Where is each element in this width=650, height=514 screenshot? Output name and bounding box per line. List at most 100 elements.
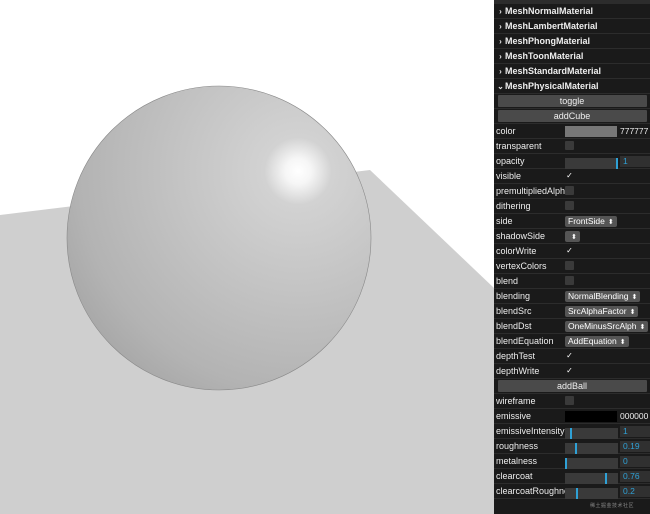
folder-label: MeshLambertMaterial <box>505 21 598 31</box>
depthwrite-row: depthWrite ✓ <box>494 364 650 379</box>
clearcoatroughness-row: clearcoatRoughness 0.2 <box>494 484 650 499</box>
opacity-row: opacity 1 <box>494 154 650 169</box>
emissiveintensity-input[interactable]: 1 <box>620 426 650 437</box>
wireframe-label: wireframe <box>496 396 536 406</box>
vertexcolors-checkbox[interactable] <box>565 261 574 270</box>
visible-checkbox[interactable]: ✓ <box>565 171 574 180</box>
color-hex-input[interactable]: 777777 <box>620 126 650 137</box>
metalness-input[interactable]: 0 <box>620 456 650 467</box>
transparent-checkbox[interactable] <box>565 141 574 150</box>
folder-label: MeshStandardMaterial <box>505 66 602 76</box>
metalness-slider[interactable] <box>565 457 618 469</box>
blendsrc-label: blendSrc <box>496 306 532 316</box>
wireframe-checkbox[interactable] <box>565 396 574 405</box>
colorwrite-row: colorWrite ✓ <box>494 244 650 259</box>
color-swatch[interactable] <box>565 126 617 137</box>
colorwrite-label: colorWrite <box>496 246 537 256</box>
emissiveintensity-slider[interactable] <box>565 427 618 439</box>
chevron-right-icon: › <box>499 36 502 46</box>
colorwrite-checkbox[interactable]: ✓ <box>565 246 574 255</box>
blendequation-select[interactable]: AddEquation ⬍ <box>565 336 629 347</box>
visible-label: visible <box>496 171 522 181</box>
transparent-row: transparent <box>494 139 650 154</box>
opacity-slider[interactable] <box>565 157 618 169</box>
premultipliedalpha-checkbox[interactable] <box>565 186 574 195</box>
metalness-label: metalness <box>496 456 538 466</box>
chevron-right-icon: › <box>499 66 502 76</box>
blending-row: blending NormalBlending ⬍ <box>494 289 650 304</box>
add-cube-button[interactable]: addCube <box>497 110 647 122</box>
opacity-label: opacity <box>496 156 525 166</box>
clearcoat-slider[interactable] <box>565 472 618 484</box>
add-ball-button[interactable]: addBall <box>497 380 647 392</box>
color-row: color 777777 <box>494 124 650 139</box>
blendsrc-select[interactable]: SrcAlphaFactor ⬍ <box>565 306 639 317</box>
folder-meshphysicalmaterial[interactable]: ⌄ MeshPhysicalMaterial <box>494 79 650 94</box>
roughness-row: roughness 0.19 <box>494 439 650 454</box>
slider-knob[interactable] <box>576 487 578 499</box>
emissive-row: emissive 000000 <box>494 409 650 424</box>
toggle-button[interactable]: toggle <box>497 95 647 107</box>
emissive-swatch[interactable] <box>565 411 617 422</box>
side-row: side FrontSide ⬍ <box>494 214 650 229</box>
folder-meshphongmaterial[interactable]: › MeshPhongMaterial <box>494 34 650 49</box>
metalness-row: metalness 0 <box>494 454 650 469</box>
updown-icon: ⬍ <box>607 219 614 226</box>
folder-meshnormalmaterial[interactable]: › MeshNormalMaterial <box>494 4 650 19</box>
opacity-input[interactable]: 1 <box>620 156 650 167</box>
shadowside-select[interactable]: ⬍ <box>565 231 580 242</box>
blend-checkbox[interactable] <box>565 276 574 285</box>
slider-knob[interactable] <box>570 427 572 439</box>
visible-row: visible ✓ <box>494 169 650 184</box>
folder-meshstandardmaterial[interactable]: › MeshStandardMaterial <box>494 64 650 79</box>
dithering-row: dithering <box>494 199 650 214</box>
folder-label: MeshPhysicalMaterial <box>505 81 599 91</box>
chevron-down-icon: ⌄ <box>497 81 504 91</box>
folder-label: MeshNormalMaterial <box>505 6 594 16</box>
updown-icon: ⬍ <box>639 324 646 331</box>
blending-label: blending <box>496 291 531 301</box>
wireframe-row: wireframe <box>494 394 650 409</box>
clearcoatroughness-slider[interactable] <box>565 487 618 499</box>
transparent-label: transparent <box>496 141 542 151</box>
watermark: 稀土掘金技术社区 <box>590 503 635 509</box>
slider-knob[interactable] <box>565 457 567 469</box>
blenddst-row: blendDst OneMinusSrcAlph ⬍ <box>494 319 650 334</box>
blend-row: blend <box>494 274 650 289</box>
premultipliedalpha-row: premultipliedAlpha <box>494 184 650 199</box>
slider-knob[interactable] <box>616 157 618 169</box>
clearcoatroughness-input[interactable]: 0.2 <box>620 486 650 497</box>
chevron-right-icon: › <box>499 51 502 61</box>
roughness-input[interactable]: 0.19 <box>620 441 650 452</box>
shadowside-label: shadowSide <box>496 231 546 241</box>
chevron-right-icon: › <box>499 21 502 31</box>
folder-meshtoonmaterial[interactable]: › MeshToonMaterial <box>494 49 650 64</box>
premultipliedalpha-label: premultipliedAlpha <box>496 186 571 196</box>
roughness-label: roughness <box>496 441 539 451</box>
emissive-hex-input[interactable]: 000000 <box>620 411 650 422</box>
updown-icon: ⬍ <box>571 234 577 241</box>
slider-knob[interactable] <box>605 472 607 484</box>
vertexcolors-row: vertexColors <box>494 259 650 274</box>
folder-meshlambertmaterial[interactable]: › MeshLambertMaterial <box>494 19 650 34</box>
side-select[interactable]: FrontSide ⬍ <box>565 216 617 227</box>
3d-viewport[interactable] <box>0 0 494 514</box>
depthwrite-checkbox[interactable]: ✓ <box>565 366 574 375</box>
clearcoat-input[interactable]: 0.76 <box>620 471 650 482</box>
slider-knob[interactable] <box>575 442 577 454</box>
updown-icon: ⬍ <box>619 339 626 346</box>
updown-icon: ⬍ <box>629 309 636 316</box>
dithering-checkbox[interactable] <box>565 201 574 210</box>
blending-select[interactable]: NormalBlending ⬍ <box>565 291 641 302</box>
depthtest-checkbox[interactable]: ✓ <box>565 351 574 360</box>
toggle-row: toggle <box>494 94 650 109</box>
depthtest-row: depthTest ✓ <box>494 349 650 364</box>
emissiveintensity-row: emissiveIntensity 1 <box>494 424 650 439</box>
blenddst-select[interactable]: OneMinusSrcAlph ⬍ <box>565 321 649 332</box>
blendsrc-value: SrcAlphaFactor <box>568 306 627 316</box>
blend-label: blend <box>496 276 519 286</box>
blendequation-label: blendEquation <box>496 336 554 346</box>
roughness-slider[interactable] <box>565 442 618 454</box>
emissiveintensity-label: emissiveIntensity <box>496 426 565 436</box>
chevron-right-icon: › <box>499 6 502 16</box>
